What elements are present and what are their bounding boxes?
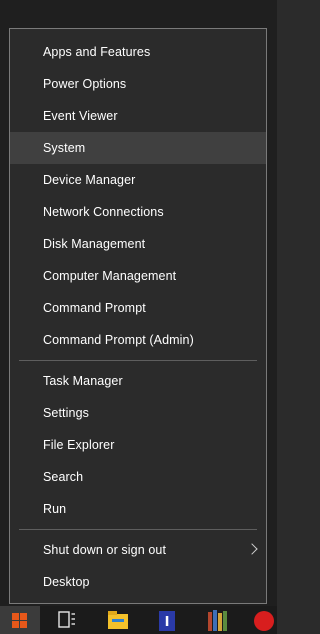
menu-item-label: Network Connections bbox=[43, 205, 164, 219]
menu-item-task-manager[interactable]: Task Manager bbox=[10, 365, 266, 397]
menu-item-apps-and-features[interactable]: Apps and Features bbox=[10, 36, 266, 68]
menu-item-settings[interactable]: Settings bbox=[10, 397, 266, 429]
menu-item-label: Computer Management bbox=[43, 269, 177, 283]
menu-item-system[interactable]: System bbox=[10, 132, 266, 164]
menu-item-label: Command Prompt bbox=[43, 301, 146, 315]
menu-item-network-connections[interactable]: Network Connections bbox=[10, 196, 266, 228]
menu-item-run[interactable]: Run bbox=[10, 493, 266, 525]
menu-item-label: Settings bbox=[43, 406, 89, 420]
menu-item-label: Event Viewer bbox=[43, 109, 118, 123]
file-explorer-icon[interactable] bbox=[106, 608, 130, 632]
menu-item-power-options[interactable]: Power Options bbox=[10, 68, 266, 100]
menu-item-shut-down-or-sign-out[interactable]: Shut down or sign out bbox=[10, 534, 266, 566]
menu-item-label: Desktop bbox=[43, 575, 90, 589]
svg-text:I: I bbox=[165, 615, 170, 630]
menu-item-command-prompt-admin[interactable]: Command Prompt (Admin) bbox=[10, 324, 266, 356]
menu-item-label: Search bbox=[43, 470, 84, 484]
menu-item-label: Shut down or sign out bbox=[43, 543, 167, 557]
winx-context-menu: Apps and Features Power Options Event Vi… bbox=[9, 28, 267, 604]
menu-item-disk-management[interactable]: Disk Management bbox=[10, 228, 266, 260]
text-editor-icon[interactable]: I bbox=[155, 608, 179, 632]
menu-item-label: File Explorer bbox=[43, 438, 115, 452]
menu-separator bbox=[19, 529, 257, 530]
menu-separator bbox=[19, 360, 257, 361]
menu-item-file-explorer[interactable]: File Explorer bbox=[10, 429, 266, 461]
chevron-right-icon bbox=[246, 543, 258, 555]
menu-item-label: Disk Management bbox=[43, 237, 146, 251]
task-view-icon[interactable] bbox=[55, 608, 79, 632]
menu-item-label: Device Manager bbox=[43, 173, 136, 187]
start-button[interactable] bbox=[0, 606, 40, 634]
menu-item-label: Task Manager bbox=[43, 374, 123, 388]
books-icon[interactable] bbox=[205, 608, 229, 632]
menu-item-label: Command Prompt (Admin) bbox=[43, 333, 194, 347]
menu-item-label: System bbox=[43, 141, 86, 155]
menu-item-label: Apps and Features bbox=[43, 45, 151, 59]
menu-item-label: Power Options bbox=[43, 77, 127, 91]
menu-item-computer-management[interactable]: Computer Management bbox=[10, 260, 266, 292]
menu-item-search[interactable]: Search bbox=[10, 461, 266, 493]
screen: Apps and Features Power Options Event Vi… bbox=[0, 0, 277, 634]
menu-item-device-manager[interactable]: Device Manager bbox=[10, 164, 266, 196]
menu-item-command-prompt[interactable]: Command Prompt bbox=[10, 292, 266, 324]
red-app-icon[interactable] bbox=[252, 608, 276, 632]
windows-start-icon bbox=[12, 613, 28, 629]
menu-item-desktop[interactable]: Desktop bbox=[10, 566, 266, 598]
menu-item-event-viewer[interactable]: Event Viewer bbox=[10, 100, 266, 132]
taskbar: I bbox=[0, 606, 277, 634]
menu-item-label: Run bbox=[43, 502, 67, 516]
